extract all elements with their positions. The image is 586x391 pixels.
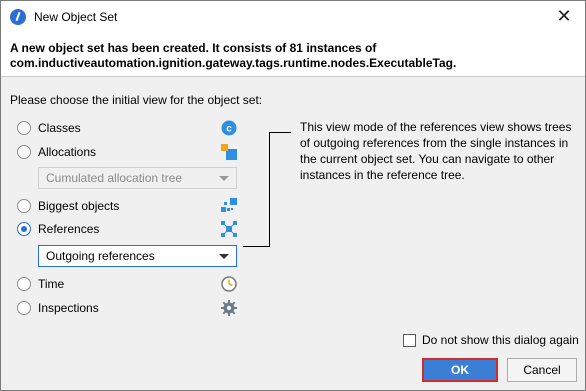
do-not-show-again-label: Do not show this dialog again bbox=[422, 333, 579, 347]
cancel-button[interactable]: Cancel bbox=[507, 358, 577, 382]
message-line-2: com.inductiveautomation.ignition.gateway… bbox=[10, 56, 457, 70]
radio-option-allocations[interactable]: Allocations bbox=[17, 143, 96, 161]
allocation-tree-select: Cumulated allocation tree bbox=[38, 167, 237, 189]
allocation-tree-select-value: Cumulated allocation tree bbox=[46, 171, 183, 185]
radio-label-allocations: Allocations bbox=[38, 145, 97, 159]
radio-option-inspections[interactable]: Inspections bbox=[17, 299, 99, 317]
new-object-set-dialog: New Object Set ✕ A new object set has be… bbox=[0, 0, 586, 391]
radio-biggest-objects[interactable] bbox=[17, 199, 31, 213]
do-not-show-again-checkbox[interactable] bbox=[403, 333, 416, 347]
biggest-objects-icon bbox=[221, 198, 237, 212]
radio-inspections[interactable] bbox=[17, 301, 31, 315]
chevron-down-icon bbox=[219, 254, 229, 259]
do-not-show-again-option[interactable]: Do not show this dialog again bbox=[403, 333, 579, 347]
app-logo-icon bbox=[10, 9, 26, 25]
connector-line bbox=[269, 132, 291, 133]
references-icon bbox=[221, 221, 237, 237]
radio-option-time[interactable]: Time bbox=[17, 275, 64, 293]
radio-option-biggest-objects[interactable]: Biggest objects bbox=[17, 197, 119, 215]
ok-button[interactable]: OK bbox=[422, 358, 498, 382]
message-header: A new object set has been created. It co… bbox=[1, 31, 585, 77]
chevron-down-icon bbox=[219, 176, 229, 181]
close-icon: ✕ bbox=[556, 5, 572, 26]
choose-view-prompt: Please choose the initial view for the o… bbox=[10, 93, 263, 107]
view-mode-description: This view mode of the references view sh… bbox=[300, 120, 572, 182]
gear-icon bbox=[221, 300, 237, 316]
radio-label-time: Time bbox=[38, 277, 65, 291]
references-mode-select-value: Outgoing references bbox=[46, 249, 155, 263]
title-bar: New Object Set ✕ bbox=[1, 1, 585, 31]
radio-label-references: References bbox=[38, 222, 100, 236]
radio-option-references[interactable]: References bbox=[17, 220, 99, 238]
radio-label-biggest-objects: Biggest objects bbox=[38, 199, 120, 213]
radio-label-inspections: Inspections bbox=[38, 301, 99, 315]
window-title: New Object Set bbox=[34, 10, 118, 24]
message-line-1: A new object set has been created. It co… bbox=[10, 41, 377, 55]
allocations-icon bbox=[221, 144, 237, 160]
connector-line bbox=[269, 132, 270, 246]
radio-label-classes: Classes bbox=[38, 121, 81, 135]
references-mode-select[interactable]: Outgoing references bbox=[38, 245, 237, 267]
radio-allocations[interactable] bbox=[17, 145, 31, 159]
clock-icon bbox=[221, 276, 237, 292]
dialog-body: Please choose the initial view for the o… bbox=[1, 77, 585, 390]
connector-line bbox=[243, 246, 270, 247]
close-button[interactable]: ✕ bbox=[546, 3, 582, 29]
radio-time[interactable] bbox=[17, 277, 31, 291]
radio-classes[interactable] bbox=[17, 121, 31, 135]
radio-references[interactable] bbox=[17, 222, 31, 236]
class-c-icon: c bbox=[221, 120, 237, 136]
radio-option-classes[interactable]: Classes bbox=[17, 119, 81, 137]
svg-text:c: c bbox=[226, 124, 232, 135]
